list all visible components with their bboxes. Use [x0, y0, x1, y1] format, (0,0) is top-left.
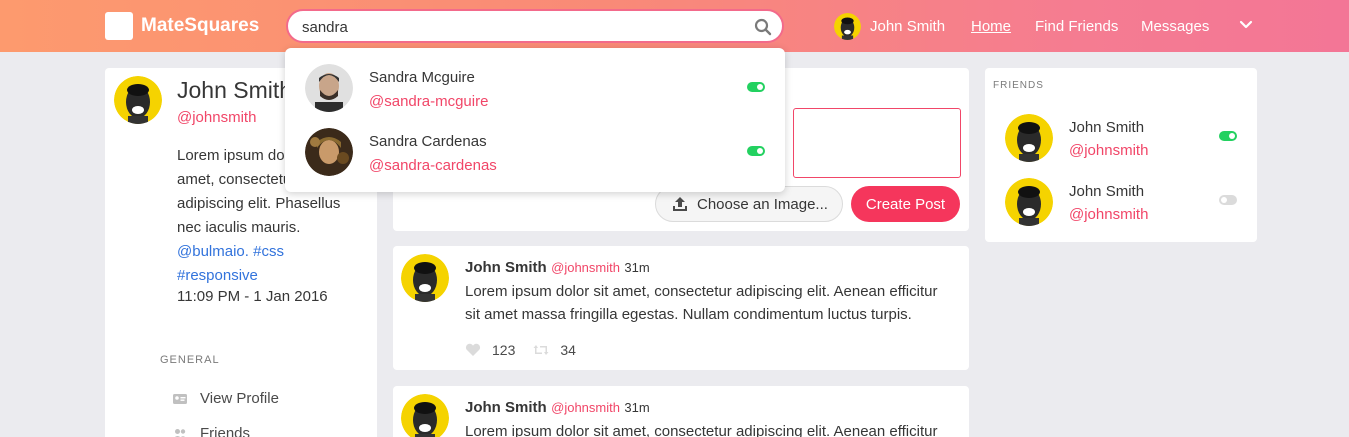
navbar: MateSquares John Smith Home Find Friends… [0, 0, 1349, 52]
post-time: 31m [624, 260, 650, 275]
avatar [1005, 114, 1053, 162]
menu-label: GENERAL [160, 354, 220, 366]
result-name: Sandra Mcguire [369, 69, 475, 86]
friend-name[interactable]: John Smith [1069, 183, 1144, 200]
create-post-button[interactable]: Create Post [851, 186, 960, 222]
search-result-item[interactable]: Sandra Cardenas @sandra-cardenas [285, 112, 785, 176]
bio-line: nec iaculis mauris. [177, 219, 301, 236]
brand[interactable]: MateSquares [105, 12, 259, 40]
menu-item-label: Friends [200, 425, 251, 437]
post-body: Lorem ipsum dolor sit amet, consectetur … [465, 283, 938, 323]
avatar [834, 13, 861, 40]
like-count: 123 [492, 342, 516, 358]
menu-item-view-profile[interactable]: View Profile [173, 390, 279, 407]
post-header: John Smith @johnsmith 31m [465, 399, 650, 417]
avatar [305, 64, 353, 112]
menu-item-label: View Profile [200, 390, 279, 407]
search-results-dropdown: Sandra Mcguire @sandra-mcguire Sandra Ca… [285, 48, 785, 192]
chevron-down-icon[interactable] [1239, 20, 1253, 30]
nav-user-name: John Smith [870, 18, 946, 35]
avatar [114, 76, 162, 124]
retweet-count: 34 [560, 342, 576, 358]
post-handle[interactable]: @johnsmith [551, 260, 620, 275]
upload-icon [673, 197, 687, 211]
result-name: Sandra Cardenas [369, 133, 487, 150]
avatar [305, 128, 353, 176]
avatar [1005, 178, 1053, 226]
bio-tag[interactable]: #responsive [177, 267, 258, 284]
post-author[interactable]: John Smith [465, 259, 547, 276]
post-textarea[interactable] [793, 108, 961, 178]
result-handle[interactable]: @sandra-mcguire [369, 93, 488, 110]
users-icon [174, 428, 186, 437]
nav-link-messages[interactable]: Messages [1141, 18, 1209, 35]
nav-user[interactable]: John Smith [834, 13, 945, 40]
friends-title: FRIENDS [993, 80, 1044, 91]
id-card-icon [173, 393, 187, 404]
online-status-toggle [747, 82, 765, 92]
profile-name: John Smith [177, 77, 293, 103]
search-result-item[interactable]: Sandra Mcguire @sandra-mcguire [285, 48, 785, 112]
nav-link-home[interactable]: Home [971, 18, 1011, 35]
post-stats: 123 34 [465, 342, 576, 358]
brand-name: MateSquares [141, 15, 260, 36]
post-body: Lorem ipsum dolor sit amet, consectetur … [465, 423, 938, 437]
bio-tag[interactable]: @bulmaio. [177, 243, 249, 260]
search-input[interactable] [302, 17, 742, 37]
nav-link-find-friends[interactable]: Find Friends [1035, 18, 1118, 35]
offline-status-toggle [1219, 195, 1237, 205]
avatar [401, 394, 449, 437]
result-handle[interactable]: @sandra-cardenas [369, 157, 497, 174]
post-card: John Smith @johnsmith 31m Lorem ipsum do… [393, 246, 969, 370]
profile-time: 11:09 PM - 1 Jan 2016 [177, 288, 328, 305]
menu-item-friends[interactable]: Friends [173, 425, 250, 437]
friends-card: FRIENDS John Smith @johnsmith John Smith… [985, 68, 1257, 242]
post-header: John Smith @johnsmith 31m [465, 259, 650, 277]
friend-handle[interactable]: @johnsmith [1069, 142, 1148, 159]
bio-tag[interactable]: #css [253, 243, 284, 260]
avatar [401, 254, 449, 302]
post-handle[interactable]: @johnsmith [551, 400, 620, 415]
search-box [286, 9, 784, 43]
post-card: John Smith @johnsmith 31m Lorem ipsum do… [393, 386, 969, 437]
search-icon[interactable] [754, 18, 772, 36]
brand-logo-icon [105, 12, 133, 40]
bio-line: adipiscing elit. Phasellus [177, 195, 341, 212]
post-time: 31m [624, 400, 650, 415]
online-status-toggle [1219, 131, 1237, 141]
online-status-toggle [747, 146, 765, 156]
choose-image-label: Choose an Image... [697, 195, 828, 213]
post-author[interactable]: John Smith [465, 399, 547, 416]
profile-handle[interactable]: @johnsmith [177, 109, 256, 126]
heart-icon[interactable] [465, 343, 481, 357]
retweet-icon[interactable] [533, 343, 549, 357]
friend-name[interactable]: John Smith [1069, 119, 1144, 136]
friend-handle[interactable]: @johnsmith [1069, 206, 1148, 223]
